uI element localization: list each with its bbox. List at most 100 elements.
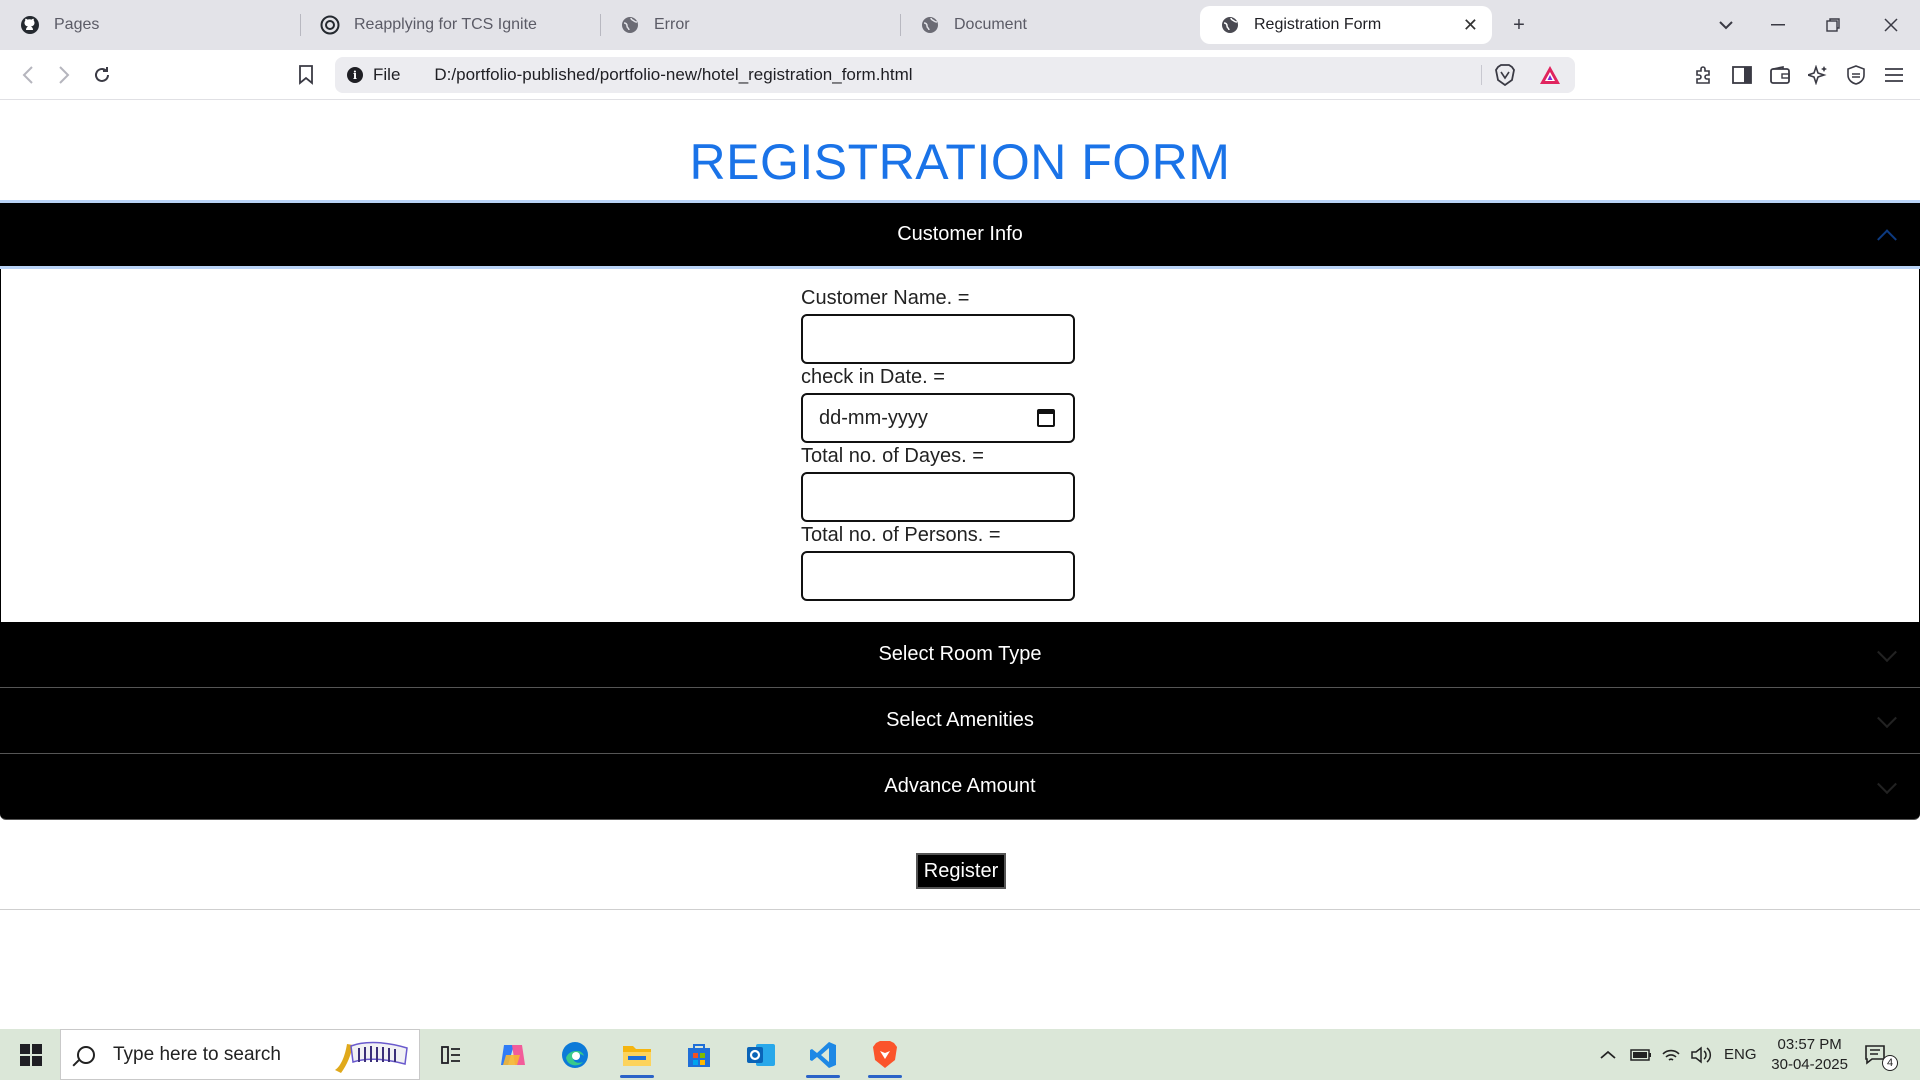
task-view-button[interactable] (424, 1029, 478, 1080)
address-bar[interactable]: i File D:/portfolio-published/portfolio-… (335, 57, 1575, 93)
close-tab-icon[interactable]: ✕ (1463, 15, 1478, 36)
clock-date: 30-04-2025 (1771, 1056, 1848, 1073)
globe-icon (620, 15, 640, 35)
windows-logo-icon (20, 1043, 42, 1066)
battery-status[interactable] (1630, 1029, 1652, 1080)
taskbar-search-placeholder: Type here to search (113, 1043, 281, 1065)
new-tab-button[interactable]: + (1496, 0, 1542, 50)
copilot-icon (501, 1044, 525, 1065)
total-days-label: Total no. of Dayes. = (801, 445, 984, 467)
tab-label: Registration Form (1254, 16, 1382, 33)
total-persons-input[interactable] (801, 551, 1075, 601)
edge-app[interactable] (548, 1029, 602, 1080)
accordion-header-room-type[interactable]: Select Room Type (0, 622, 1920, 688)
chevron-down-icon (1719, 21, 1733, 30)
vscode-icon (810, 1041, 836, 1068)
url-text[interactable]: D:/portfolio-published/portfolio-new/hot… (434, 65, 912, 85)
clock[interactable]: 03:57 PM 30-04-2025 (1771, 1035, 1848, 1075)
wallet-button[interactable] (1760, 50, 1800, 100)
checkin-date-label: check in Date. = (801, 366, 945, 388)
register-button[interactable]: Register (916, 853, 1006, 889)
url-scheme-label: File (373, 65, 401, 84)
start-button[interactable] (4, 1029, 58, 1080)
reload-button[interactable] (82, 50, 122, 100)
sparkle-icon (1808, 65, 1827, 85)
arrow-left-icon (22, 66, 33, 84)
store-icon (688, 1043, 710, 1067)
tab-list-button[interactable] (1703, 0, 1749, 50)
bookmark-button[interactable] (286, 50, 326, 100)
accordion-header-label: Select Room Type (878, 643, 1042, 665)
divider (0, 909, 1920, 910)
restore-button[interactable] (1810, 0, 1856, 50)
shield-icon (1847, 65, 1865, 85)
checkin-date-input[interactable]: dd-mm-yyyy (801, 393, 1075, 443)
accordion-header-customer-info[interactable]: Customer Info (0, 200, 1920, 269)
chevron-up-icon (1877, 228, 1897, 249)
hamburger-icon (1885, 68, 1903, 82)
forward-button[interactable] (44, 50, 84, 100)
folder-icon (623, 1045, 651, 1066)
page-title: REGISTRATION FORM (689, 134, 1231, 190)
menu-button[interactable] (1874, 50, 1914, 100)
tab-strip: Pages Reapplying for TCS Ignite Error Do… (0, 0, 1920, 50)
close-window-button[interactable] (1868, 0, 1914, 50)
tab-document[interactable]: Document (900, 0, 1200, 50)
brave-rewards-icon[interactable] (1539, 65, 1561, 90)
wifi-icon (1662, 1049, 1680, 1061)
brave-app[interactable] (858, 1029, 912, 1080)
copilot-app[interactable] (486, 1029, 540, 1080)
tab-error[interactable]: Error (600, 0, 900, 50)
chevron-down-icon (1877, 641, 1897, 662)
minimize-icon (1771, 24, 1785, 26)
battery-icon (1630, 1048, 1651, 1061)
brave-shields-icon[interactable] (1495, 64, 1515, 91)
tab-label: Reapplying for TCS Ignite (354, 16, 537, 33)
search-icon (77, 1045, 95, 1064)
taskbar-search-box[interactable]: Type here to search (60, 1029, 420, 1080)
total-days-input[interactable] (801, 472, 1075, 522)
site-info-button[interactable]: i File (347, 65, 400, 85)
checkin-date-placeholder: dd-mm-yyyy (819, 406, 928, 429)
tray-overflow-button[interactable] (1600, 1029, 1616, 1080)
openai-icon (320, 15, 340, 35)
chevron-up-icon (1600, 1050, 1616, 1059)
tab-reapplying-tcs[interactable]: Reapplying for TCS Ignite (300, 0, 600, 50)
language-indicator[interactable]: ENG (1724, 1029, 1757, 1080)
tab-label: Document (954, 16, 1027, 33)
accordion-header-amenities[interactable]: Select Amenities (0, 688, 1920, 754)
info-icon: i (347, 67, 363, 83)
outlook-app[interactable] (734, 1029, 788, 1080)
tab-pages[interactable]: Pages (0, 0, 300, 50)
total-persons-label: Total no. of Persons. = (801, 524, 1001, 546)
github-icon (20, 15, 40, 35)
clock-time: 03:57 PM (1777, 1036, 1842, 1053)
volume-control[interactable] (1690, 1029, 1712, 1080)
outlook-icon (747, 1043, 775, 1066)
file-explorer-app[interactable] (610, 1029, 664, 1080)
tab-label: Pages (54, 16, 100, 33)
microsoft-store-app[interactable] (672, 1029, 726, 1080)
accordion-header-advance-amount[interactable]: Advance Amount (0, 754, 1920, 820)
vpn-button[interactable] (1836, 50, 1876, 100)
back-button[interactable] (8, 50, 48, 100)
vscode-app[interactable] (796, 1029, 850, 1080)
page-content: REGISTRATION FORM Customer Info Customer… (0, 101, 1920, 1029)
customer-name-label: Customer Name. = (801, 287, 970, 309)
minimize-button[interactable] (1755, 0, 1801, 50)
arrow-right-icon (59, 66, 70, 84)
customer-name-input[interactable] (801, 314, 1075, 364)
sidebar-button[interactable] (1722, 50, 1762, 100)
reload-icon (95, 67, 109, 82)
tab-registration-form[interactable]: Registration Form ✕ (1200, 6, 1492, 44)
leo-ai-button[interactable] (1798, 50, 1838, 100)
browser-toolbar: i File D:/portfolio-published/portfolio-… (0, 50, 1920, 100)
calendar-icon[interactable] (1037, 409, 1055, 427)
edge-icon (562, 1041, 588, 1068)
close-icon (1884, 18, 1898, 32)
notification-center-button[interactable]: 4 (1864, 1029, 1898, 1080)
network-status[interactable] (1661, 1029, 1681, 1080)
accordion-header-label: Customer Info (897, 223, 1023, 245)
search-highlight-icon (335, 1041, 408, 1073)
extensions-button[interactable] (1684, 50, 1724, 100)
